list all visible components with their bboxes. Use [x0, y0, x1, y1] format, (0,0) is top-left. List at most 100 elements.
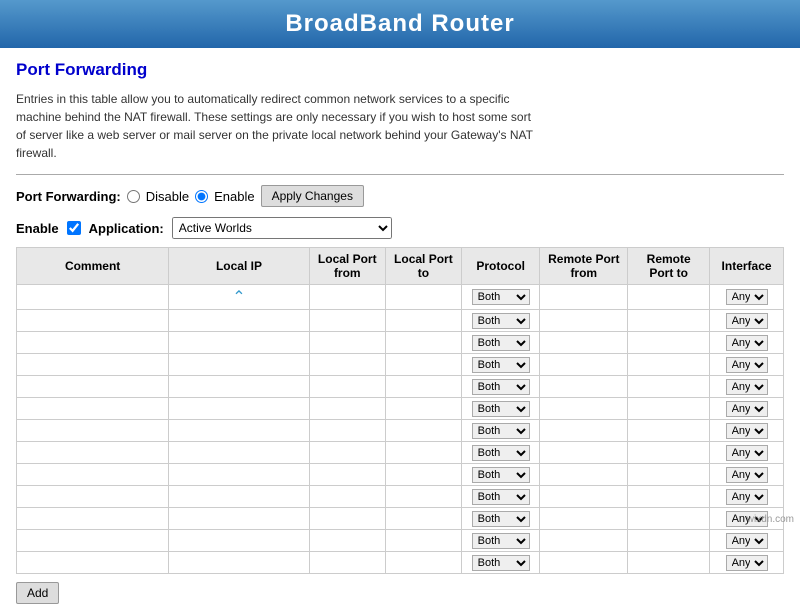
localport-to-input[interactable] — [390, 382, 457, 394]
interface-select[interactable]: AnyWANLAN — [726, 335, 768, 351]
comment-input[interactable] — [21, 426, 164, 438]
interface-select[interactable]: AnyWANLAN — [726, 357, 768, 373]
localip-input[interactable] — [173, 448, 305, 460]
remoteport-to-input[interactable] — [632, 316, 705, 328]
comment-input[interactable] — [21, 558, 164, 570]
localport-from-input[interactable] — [314, 292, 381, 304]
remoteport-to-input[interactable] — [632, 448, 705, 460]
remoteport-to-input[interactable] — [632, 558, 705, 570]
localport-from-input[interactable] — [314, 536, 381, 548]
remoteport-to-input[interactable] — [632, 536, 705, 548]
localip-input[interactable] — [173, 338, 305, 350]
localport-from-input[interactable] — [314, 558, 381, 570]
remoteport-from-input[interactable] — [544, 382, 623, 394]
localport-from-input[interactable] — [314, 492, 381, 504]
remoteport-from-input[interactable] — [544, 514, 623, 526]
application-select[interactable]: Active Worlds AIM Talk Custom — [172, 217, 392, 239]
localport-to-input[interactable] — [390, 448, 457, 460]
protocol-select[interactable]: BothTCPUDP — [472, 289, 530, 305]
remoteport-to-input[interactable] — [632, 338, 705, 350]
comment-input[interactable] — [21, 404, 164, 416]
protocol-select[interactable]: BothTCPUDP — [472, 335, 530, 351]
comment-input[interactable] — [21, 448, 164, 460]
disable-radio[interactable] — [127, 190, 140, 203]
protocol-select[interactable]: BothTCPUDP — [472, 555, 530, 571]
localport-to-input[interactable] — [390, 426, 457, 438]
remoteport-to-input[interactable] — [632, 492, 705, 504]
localport-to-input[interactable] — [390, 536, 457, 548]
localport-to-input[interactable] — [390, 514, 457, 526]
localport-from-input[interactable] — [314, 382, 381, 394]
remoteport-to-input[interactable] — [632, 470, 705, 482]
add-button[interactable]: Add — [16, 582, 59, 604]
remoteport-from-input[interactable] — [544, 360, 623, 372]
localport-to-input[interactable] — [390, 360, 457, 372]
remoteport-from-input[interactable] — [544, 404, 623, 416]
protocol-select[interactable]: BothTCPUDP — [472, 379, 530, 395]
localip-input[interactable] — [173, 360, 305, 372]
localport-to-input[interactable] — [390, 316, 457, 328]
localport-to-input[interactable] — [390, 292, 457, 304]
localip-input[interactable] — [173, 404, 305, 416]
interface-select[interactable]: AnyWANLAN — [726, 555, 768, 571]
localport-from-input[interactable] — [314, 316, 381, 328]
protocol-select[interactable]: BothTCPUDP — [472, 533, 530, 549]
remoteport-to-input[interactable] — [632, 382, 705, 394]
localport-from-input[interactable] — [314, 338, 381, 350]
apply-button[interactable]: Apply Changes — [261, 185, 364, 207]
protocol-select[interactable]: BothTCPUDP — [472, 511, 530, 527]
protocol-select[interactable]: BothTCPUDP — [472, 445, 530, 461]
localip-input[interactable] — [173, 426, 305, 438]
remoteport-from-input[interactable] — [544, 536, 623, 548]
protocol-select[interactable]: BothTCPUDP — [472, 489, 530, 505]
interface-select[interactable]: AnyWANLAN — [726, 379, 768, 395]
interface-select[interactable]: AnyWANLAN — [726, 313, 768, 329]
interface-select[interactable]: AnyWANLAN — [726, 489, 768, 505]
localip-input[interactable] — [173, 536, 305, 548]
localip-input[interactable] — [173, 558, 305, 570]
localport-to-input[interactable] — [390, 492, 457, 504]
localport-from-input[interactable] — [314, 470, 381, 482]
remoteport-from-input[interactable] — [544, 448, 623, 460]
remoteport-from-input[interactable] — [544, 558, 623, 570]
interface-select[interactable]: AnyWANLAN — [726, 533, 768, 549]
remoteport-from-input[interactable] — [544, 426, 623, 438]
localip-input[interactable] — [173, 470, 305, 482]
localport-to-input[interactable] — [390, 338, 457, 350]
localport-from-input[interactable] — [314, 448, 381, 460]
remoteport-from-input[interactable] — [544, 338, 623, 350]
localport-from-input[interactable] — [314, 404, 381, 416]
comment-input[interactable] — [21, 338, 164, 350]
interface-select[interactable]: AnyWANLAN — [726, 445, 768, 461]
comment-input[interactable] — [21, 292, 164, 304]
localip-input[interactable] — [173, 514, 305, 526]
protocol-select[interactable]: BothTCPUDP — [472, 423, 530, 439]
comment-input[interactable] — [21, 316, 164, 328]
comment-input[interactable] — [21, 536, 164, 548]
remoteport-from-input[interactable] — [544, 492, 623, 504]
protocol-select[interactable]: BothTCPUDP — [472, 401, 530, 417]
remoteport-to-input[interactable] — [632, 360, 705, 372]
remoteport-to-input[interactable] — [632, 426, 705, 438]
remoteport-from-input[interactable] — [544, 292, 623, 304]
protocol-select[interactable]: BothTCPUDP — [472, 467, 530, 483]
interface-select[interactable]: AnyWANLAN — [726, 423, 768, 439]
localip-input[interactable] — [173, 382, 305, 394]
comment-input[interactable] — [21, 470, 164, 482]
app-enable-checkbox[interactable] — [67, 221, 81, 235]
remoteport-to-input[interactable] — [632, 292, 705, 304]
remoteport-to-input[interactable] — [632, 514, 705, 526]
localport-to-input[interactable] — [390, 404, 457, 416]
localport-to-input[interactable] — [390, 470, 457, 482]
remoteport-to-input[interactable] — [632, 404, 705, 416]
localport-from-input[interactable] — [314, 514, 381, 526]
interface-select[interactable]: AnyWANLAN — [726, 401, 768, 417]
localip-input[interactable] — [173, 316, 305, 328]
localport-from-input[interactable] — [314, 360, 381, 372]
enable-radio[interactable] — [195, 190, 208, 203]
remoteport-from-input[interactable] — [544, 470, 623, 482]
localip-input[interactable] — [173, 492, 305, 504]
interface-select[interactable]: AnyWANLAN — [726, 289, 768, 305]
comment-input[interactable] — [21, 514, 164, 526]
protocol-select[interactable]: BothTCPUDP — [472, 357, 530, 373]
